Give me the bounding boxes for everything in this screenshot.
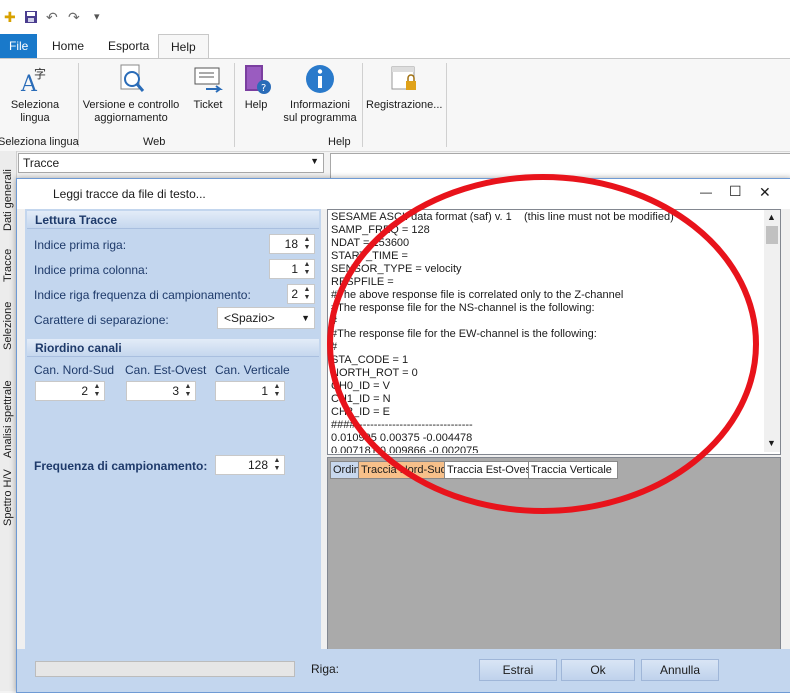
ribbon: A字 Seleziona lingua Versione e controllo… (0, 58, 790, 152)
ribbon-separator (78, 63, 79, 147)
vtab-analisi-spettrale[interactable]: Analisi spettrale (0, 373, 16, 465)
ribbon-tabs: File Home Esporta Help (0, 34, 790, 59)
channel-eo-label: Can. Est-Ovest (125, 363, 207, 377)
first-row-stepper[interactable]: 18 ▲ ▼ (269, 234, 315, 254)
sampling-frequency-label: Frequenza di campionamento: (34, 459, 208, 473)
freq-row-value: 2 (291, 287, 298, 301)
scroll-down-icon[interactable]: ▼ (767, 438, 776, 448)
program-info-label: Informazioni sul programma (283, 99, 357, 124)
scrollbar-thumb[interactable] (766, 226, 778, 244)
channel-v-value: 1 (261, 384, 268, 398)
channel-ns-value: 2 (81, 384, 88, 398)
chevron-down-icon: ▼ (310, 156, 319, 166)
group-label-language: Seleziona lingua (0, 136, 79, 148)
dialog-bottom-bar: Riga: Estrai Ok Annulla (17, 649, 790, 692)
program-info-button[interactable]: Informazioni sul programma (282, 63, 358, 125)
first-column-value: 1 (291, 262, 298, 276)
ribbon-separator (362, 63, 363, 147)
stepper-arrows-icon[interactable]: ▲ ▼ (272, 383, 282, 399)
traces-combo[interactable]: Tracce ▼ (18, 153, 324, 173)
channel-v-label: Can. Verticale (215, 363, 290, 377)
vertical-tab-strip: Dati generali Tracce Selezione Analisi s… (0, 151, 17, 691)
help-label: Help (244, 99, 268, 111)
red-annotation-ellipse (327, 174, 759, 514)
channel-eo-value: 3 (172, 384, 179, 398)
separator-label: Carattere di separazione: (34, 313, 169, 327)
redo-icon[interactable]: ↷ (68, 10, 80, 24)
section-lettura-tracce: Lettura Tracce (27, 211, 319, 229)
annulla-button[interactable]: Annulla (641, 659, 719, 681)
select-language-label: Seleziona lingua (10, 99, 60, 124)
stepper-arrows-icon[interactable]: ▲ ▼ (92, 383, 102, 399)
channel-ns-label: Can. Nord-Sud (34, 363, 115, 377)
sampling-frequency-value: 128 (247, 458, 268, 472)
separator-select[interactable]: <Spazio> ▼ (217, 307, 315, 329)
vtab-selezione[interactable]: Selezione (0, 301, 16, 351)
svg-text:字: 字 (34, 66, 46, 81)
first-row-label: Indice prima riga: (34, 238, 127, 252)
channel-eo-stepper[interactable]: 3 ▲ ▼ (126, 381, 196, 401)
ribbon-separator (446, 63, 447, 147)
row-label: Riga: (311, 662, 340, 676)
dialog-title: Leggi tracce da file di testo... (53, 187, 206, 201)
version-check-button[interactable]: Versione e controllo aggiornamento (82, 63, 180, 125)
vtab-dati-generali[interactable]: Dati generali (0, 159, 16, 241)
undo-icon[interactable]: ↶ (46, 10, 58, 24)
group-label-help: Help (328, 136, 351, 148)
group-label-web: Web (143, 136, 166, 148)
freq-row-label: Indice riga frequenza di campionamento: (34, 288, 251, 302)
estrai-button[interactable]: Estrai (479, 659, 557, 681)
svg-text:?: ? (261, 83, 266, 94)
quick-access-toolbar: ✚ ↶ ↷ ▾ (0, 0, 790, 34)
language-icon: A字 (20, 66, 46, 95)
channel-v-stepper[interactable]: 1 ▲ ▼ (215, 381, 285, 401)
ribbon-separator (234, 63, 235, 147)
stepper-arrows-icon[interactable]: ▲ ▼ (272, 457, 282, 473)
new-icon[interactable]: ✚ (4, 10, 16, 24)
vtab-tracce[interactable]: Tracce (0, 247, 16, 283)
registration-button[interactable]: Registrazione... (366, 63, 442, 112)
channel-ns-stepper[interactable]: 2 ▲ ▼ (35, 381, 105, 401)
info-icon (306, 65, 334, 93)
progress-bar (35, 661, 295, 677)
traces-combo-value: Tracce (23, 156, 60, 170)
tab-help[interactable]: Help (158, 34, 209, 59)
version-check-label: Versione e controllo aggiornamento (82, 99, 180, 124)
tab-esporta[interactable]: Esporta (96, 34, 161, 58)
stepper-arrows-icon[interactable]: ▲ ▼ (183, 383, 193, 399)
vertical-scrollbar[interactable]: ▲ ▼ (764, 210, 780, 452)
chevron-down-icon: ▼ (301, 313, 310, 323)
help-button[interactable]: ? Help (238, 63, 274, 112)
registration-lock-icon (391, 66, 416, 90)
customize-toolbar-icon[interactable]: ▾ (94, 10, 100, 24)
first-column-label: Indice prima colonna: (34, 263, 149, 277)
first-column-stepper[interactable]: 1 ▲ ▼ (269, 259, 315, 279)
select-language-button[interactable]: A字 Seleziona lingua (4, 63, 66, 125)
settings-panel: Lettura Tracce Indice prima riga: 18 ▲ ▼ … (25, 209, 321, 649)
vtab-spettro-hv[interactable]: Spettro H/V (0, 469, 16, 527)
help-book-icon: ? (245, 65, 271, 94)
ticket-icon (194, 67, 223, 93)
save-icon[interactable] (24, 10, 38, 26)
sampling-frequency-stepper[interactable]: 128 ▲ ▼ (215, 455, 285, 475)
update-check-icon (120, 64, 145, 92)
separator-value: <Spazio> (224, 311, 275, 325)
section-riordino-canali: Riordino canali (27, 339, 319, 357)
tab-file[interactable]: File (0, 34, 38, 58)
registration-label: Registrazione... (366, 99, 443, 111)
ticket-label: Ticket (193, 99, 223, 111)
first-row-value: 18 (284, 237, 298, 251)
stepper-arrows-icon[interactable]: ▲ ▼ (302, 286, 312, 302)
freq-row-stepper[interactable]: 2 ▲ ▼ (287, 284, 315, 304)
stepper-arrows-icon[interactable]: ▲ ▼ (302, 261, 312, 277)
stepper-arrows-icon[interactable]: ▲ ▼ (302, 236, 312, 252)
tab-home[interactable]: Home (40, 34, 96, 58)
ticket-button[interactable]: Ticket (188, 63, 228, 112)
ok-button[interactable]: Ok (561, 659, 635, 681)
scroll-up-icon[interactable]: ▲ (767, 212, 776, 222)
